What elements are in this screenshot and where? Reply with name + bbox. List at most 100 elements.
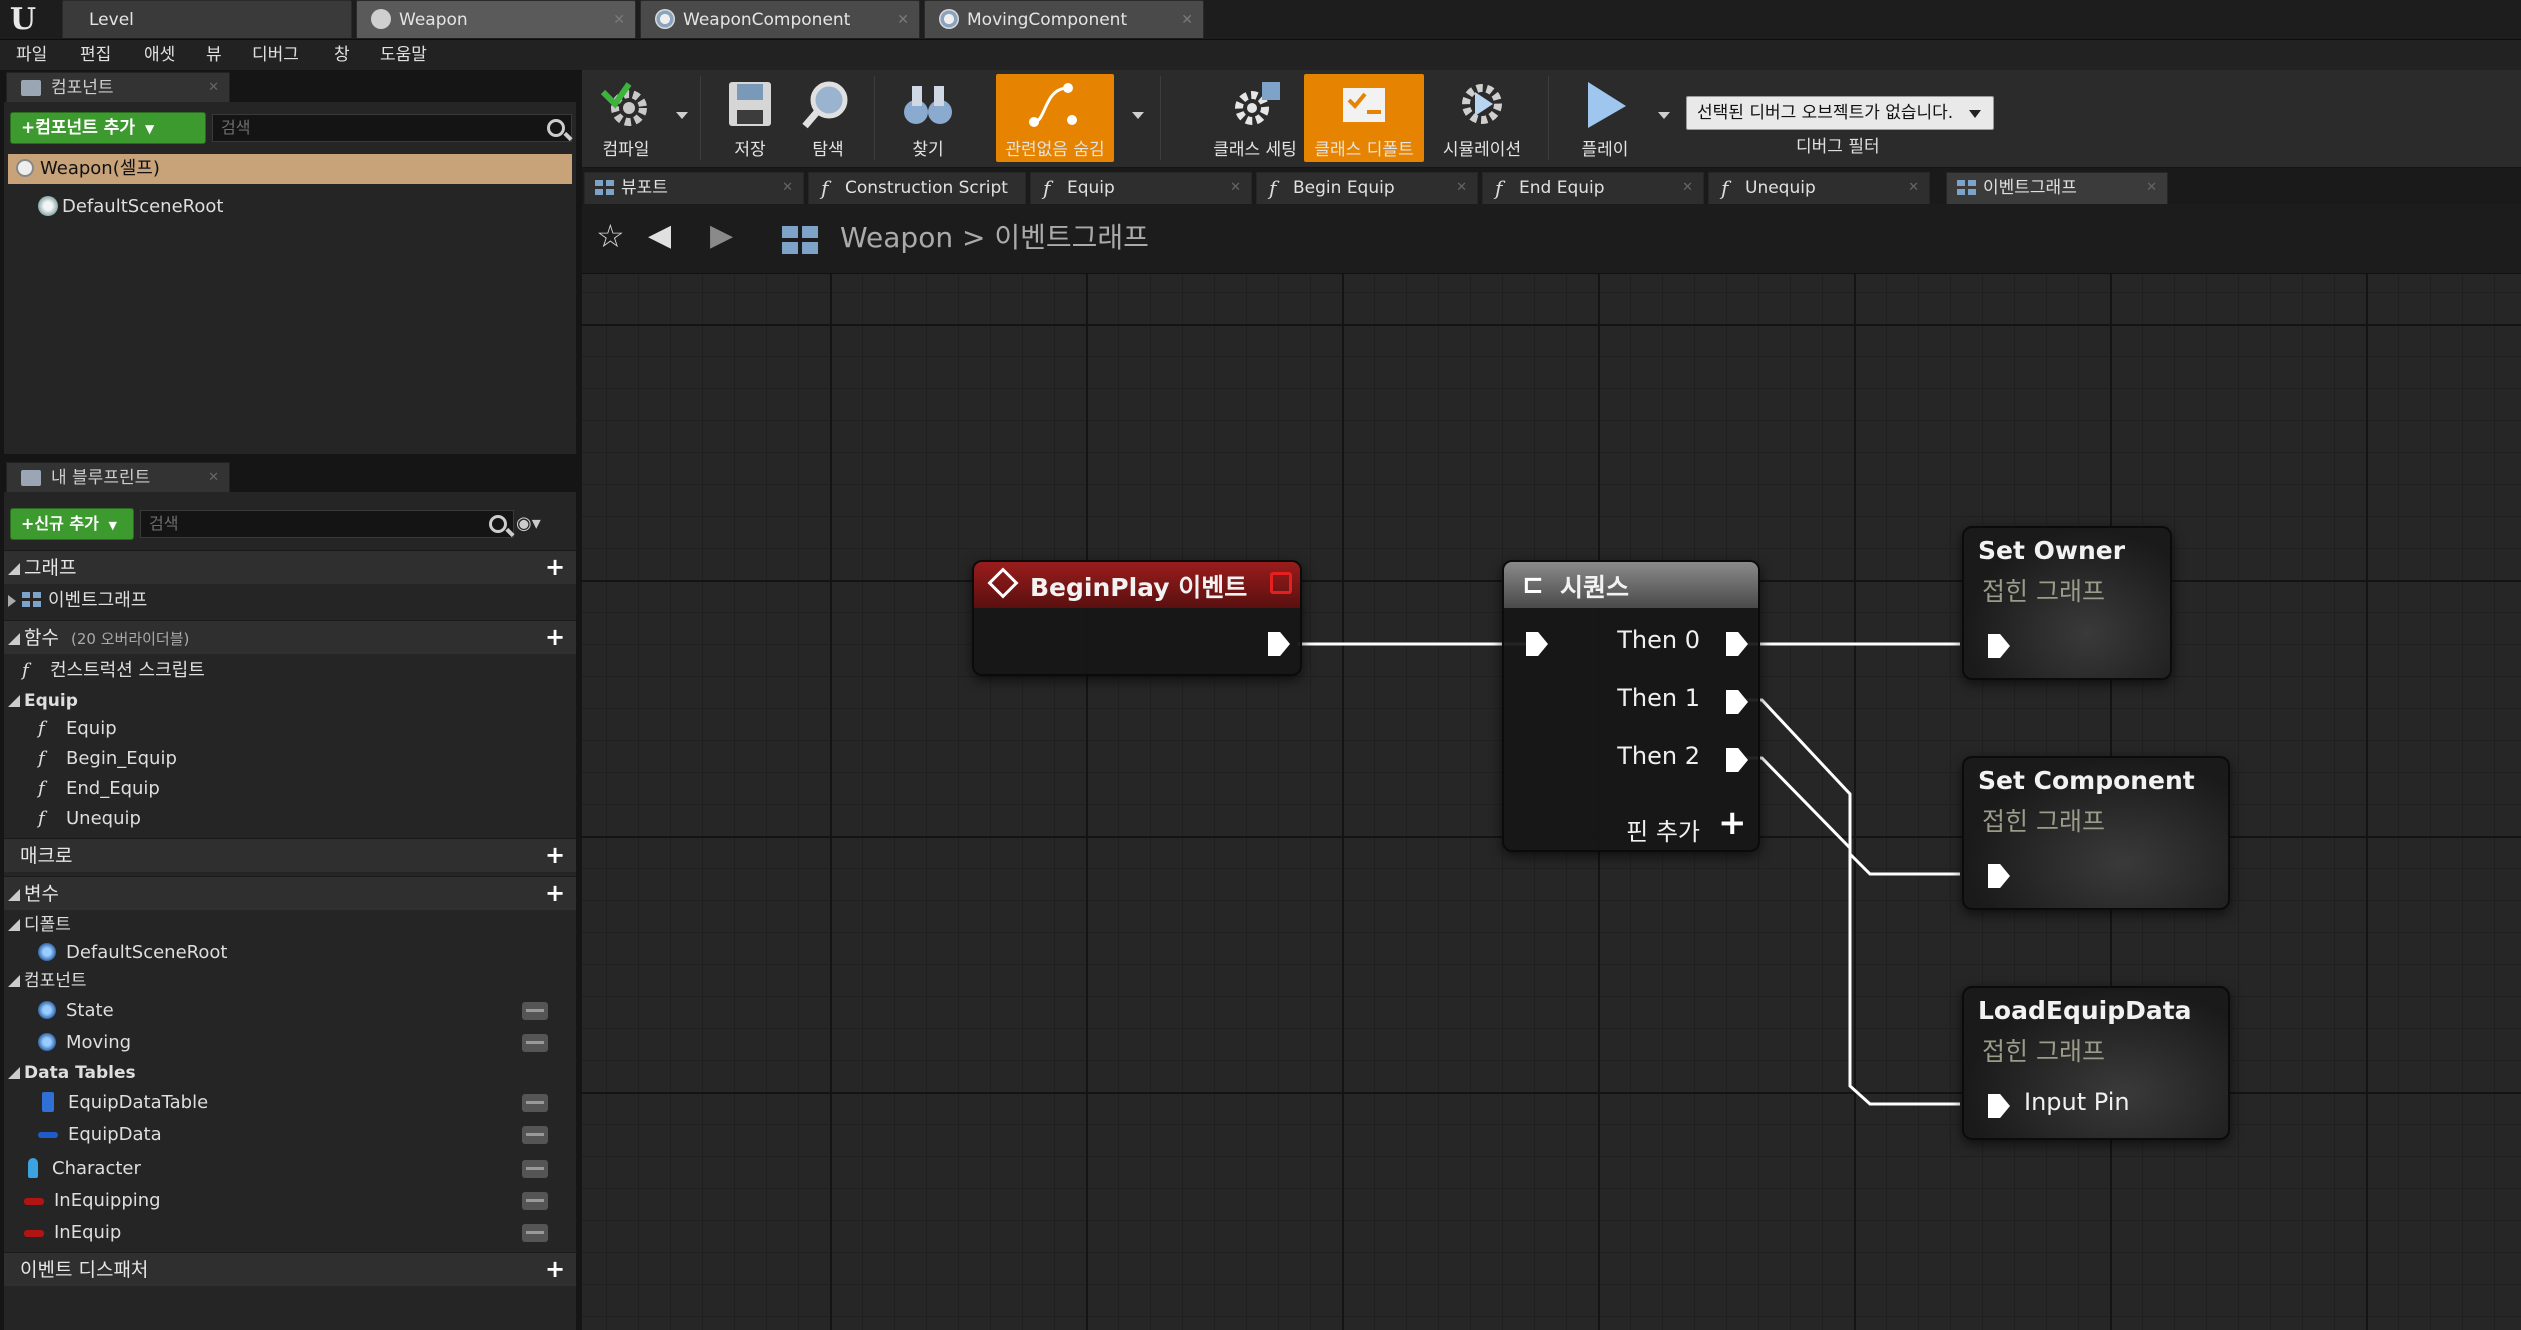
- exec-output-pin[interactable]: [1268, 632, 1290, 656]
- component-self-item[interactable]: Weapon(셀프): [8, 154, 572, 184]
- graph-canvas[interactable]: BeginPlay 이벤트 ⊏ 시퀀스 Then 0 Then 1 Then 2…: [582, 274, 2521, 1330]
- back-arrow-icon[interactable]: ◀: [648, 220, 671, 252]
- simulation-button[interactable]: 시뮬레이션: [1430, 74, 1534, 162]
- exec-input-pin[interactable]: [1526, 632, 1548, 656]
- add-pin-label[interactable]: 핀 추가: [1626, 812, 1700, 847]
- view-options-eye-icon[interactable]: ◉▾: [516, 515, 560, 533]
- menu-edit[interactable]: 편집: [80, 40, 111, 70]
- find-button[interactable]: 찾기: [882, 74, 974, 162]
- variable-item[interactable]: EquipData: [38, 1120, 570, 1150]
- tab-viewport[interactable]: 뷰포트 ✕: [584, 172, 804, 204]
- close-icon[interactable]: ✕: [782, 173, 793, 203]
- visibility-toggle-icon[interactable]: [522, 1160, 548, 1178]
- subcategory-equip[interactable]: Equip: [8, 686, 78, 716]
- my-blueprint-panel-tab[interactable]: 내 블루프린트 ✕: [6, 462, 230, 492]
- node-begin-play[interactable]: BeginPlay 이벤트: [972, 560, 1302, 676]
- hide-unrelated-button[interactable]: 관련없음 숨김: [996, 74, 1114, 162]
- doc-tab-weapon[interactable]: Weapon ✕: [356, 0, 636, 38]
- add-graph-plus-icon[interactable]: +: [544, 555, 566, 579]
- category-functions[interactable]: 함수 (20 오버라이더블) +: [4, 620, 576, 654]
- category-graphs[interactable]: 그래프 +: [4, 550, 576, 584]
- menu-debug[interactable]: 디버그: [252, 40, 299, 70]
- close-icon[interactable]: ✕: [208, 463, 219, 493]
- close-icon[interactable]: ✕: [613, 1, 625, 39]
- variable-item[interactable]: Character: [24, 1154, 570, 1184]
- add-new-button[interactable]: +신규 추가 ▼: [10, 508, 134, 540]
- compile-button[interactable]: 컴파일: [586, 74, 666, 162]
- node-load-equip-data[interactable]: LoadEquipData 접힌 그래프 Input Pin: [1962, 986, 2230, 1140]
- tab-construction-script[interactable]: f Construction Script: [808, 172, 1026, 204]
- variable-item[interactable]: State: [38, 996, 570, 1026]
- subcategory-default[interactable]: 디폴트: [8, 910, 71, 940]
- category-event-dispatchers[interactable]: 이벤트 디스패처 +: [4, 1252, 576, 1286]
- function-item[interactable]: f End_Equip: [38, 774, 160, 804]
- category-macros[interactable]: 매크로 +: [4, 838, 576, 872]
- variable-item[interactable]: InEquip: [24, 1218, 570, 1248]
- node-sequence[interactable]: ⊏ 시퀀스 Then 0 Then 1 Then 2 핀 추가 +: [1502, 560, 1760, 852]
- add-dispatcher-plus-icon[interactable]: +: [544, 1257, 566, 1281]
- subcategory-data-tables[interactable]: Data Tables: [8, 1058, 136, 1088]
- doc-tab-level[interactable]: Level: [62, 0, 352, 38]
- component-search-input[interactable]: 검색: [212, 114, 572, 142]
- favorite-star-icon[interactable]: ☆: [596, 220, 625, 252]
- play-button[interactable]: 플레이: [1562, 74, 1648, 162]
- debug-object-select[interactable]: 선택된 디버그 오브젝트가 없습니다.: [1686, 96, 1994, 130]
- doc-tab-movingcomponent[interactable]: MovingComponent ✕: [924, 0, 1204, 38]
- menu-asset[interactable]: 애셋: [144, 40, 175, 70]
- function-item[interactable]: f Equip: [38, 714, 117, 744]
- exec-output-pin-then-0[interactable]: [1726, 632, 1748, 656]
- tree-item-construction-script[interactable]: f 컨스트럭션 스크립트: [22, 656, 205, 686]
- add-pin-plus-icon[interactable]: +: [1718, 806, 1747, 840]
- close-icon[interactable]: ✕: [1682, 173, 1693, 203]
- breadcrumb-root[interactable]: Weapon: [840, 221, 953, 254]
- close-icon[interactable]: ✕: [1456, 173, 1467, 203]
- subcategory-components[interactable]: 컴포넌트: [8, 966, 87, 996]
- menu-window[interactable]: 창: [334, 40, 350, 70]
- close-icon[interactable]: ✕: [208, 73, 219, 103]
- menu-file[interactable]: 파일: [16, 40, 47, 70]
- doc-tab-weaponcomponent[interactable]: WeaponComponent ✕: [640, 0, 920, 38]
- close-icon[interactable]: ✕: [897, 1, 909, 39]
- browse-button[interactable]: 탐색: [790, 74, 866, 162]
- save-button[interactable]: 저장: [712, 74, 788, 162]
- menu-help[interactable]: 도움말: [380, 40, 427, 70]
- class-defaults-button[interactable]: 클래스 디폴트: [1304, 74, 1424, 162]
- visibility-toggle-icon[interactable]: [522, 1126, 548, 1144]
- visibility-toggle-icon[interactable]: [522, 1224, 548, 1242]
- tab-end-equip[interactable]: f End Equip ✕: [1482, 172, 1704, 204]
- tree-item-event-graph[interactable]: 이벤트그래프: [8, 586, 147, 616]
- blueprint-search-input[interactable]: 검색: [140, 510, 514, 538]
- variable-item[interactable]: EquipDataTable: [38, 1088, 570, 1118]
- class-settings-button[interactable]: 클래스 세팅: [1188, 74, 1322, 162]
- function-item[interactable]: f Unequip: [38, 804, 141, 834]
- node-set-component[interactable]: Set Component 접힌 그래프: [1962, 756, 2230, 910]
- function-item[interactable]: f Begin_Equip: [38, 744, 177, 774]
- tab-equip[interactable]: f Equip ✕: [1030, 172, 1252, 204]
- components-panel-tab[interactable]: 컴포넌트 ✕: [6, 72, 230, 102]
- close-icon[interactable]: ✕: [1230, 173, 1241, 203]
- tab-unequip[interactable]: f Unequip ✕: [1708, 172, 1930, 204]
- play-options-chevron-icon[interactable]: [1658, 112, 1670, 119]
- category-variables[interactable]: 변수 +: [4, 876, 576, 910]
- close-icon[interactable]: ✕: [1908, 173, 1919, 203]
- add-component-button[interactable]: +컴포넌트 추가 ▼: [10, 112, 206, 144]
- add-macro-plus-icon[interactable]: +: [544, 843, 566, 867]
- add-variable-plus-icon[interactable]: +: [544, 881, 566, 905]
- exec-output-pin-then-2[interactable]: [1726, 748, 1748, 772]
- exec-input-pin[interactable]: [1988, 634, 2010, 658]
- forward-arrow-icon[interactable]: ▶: [710, 220, 733, 252]
- exec-output-pin-then-1[interactable]: [1726, 690, 1748, 714]
- tab-event-graph[interactable]: 이벤트그래프 ✕: [1946, 172, 2168, 204]
- visibility-toggle-icon[interactable]: [522, 1192, 548, 1210]
- variable-item[interactable]: Moving: [38, 1028, 570, 1058]
- visibility-toggle-icon[interactable]: [522, 1034, 548, 1052]
- close-icon[interactable]: ✕: [2146, 173, 2157, 203]
- compile-options-chevron-icon[interactable]: [676, 112, 688, 119]
- exec-input-pin[interactable]: [1988, 864, 2010, 888]
- close-icon[interactable]: ✕: [1181, 1, 1193, 39]
- node-set-owner[interactable]: Set Owner 접힌 그래프: [1962, 526, 2172, 680]
- variable-item[interactable]: InEquipping: [24, 1186, 570, 1216]
- visibility-toggle-icon[interactable]: [522, 1094, 548, 1112]
- menu-view[interactable]: 뷰: [206, 40, 222, 70]
- component-root-item[interactable]: DefaultSceneRoot: [38, 192, 223, 222]
